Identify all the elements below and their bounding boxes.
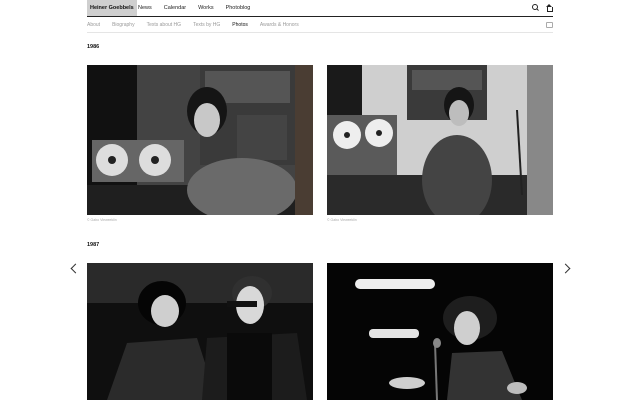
year-heading-1987: 1987 [87,242,100,248]
subnav-item-about[interactable]: About [87,18,100,33]
photo-1987-1[interactable] [87,263,313,400]
photo-1986-2-caption: © Gabo Vieweeklin [327,218,357,222]
nav-item-calendar[interactable]: Calendar [164,0,186,16]
chevron-left-icon[interactable] [70,263,78,275]
photo-1987-2[interactable] [327,263,553,400]
print-icon[interactable] [546,22,553,28]
photo-1986-2[interactable] [327,65,553,215]
search-icon[interactable] [532,4,540,12]
chevron-right-icon[interactable] [562,263,570,275]
photo-1986-1-image [87,65,313,215]
photo-1986-1-caption: © Gabo Vieweeklin [87,218,117,222]
sub-navigation: About Biography Texts about HG Texts by … [87,18,553,33]
subnav-item-biography[interactable]: Biography [112,18,135,33]
nav-item-photoblog[interactable]: Photoblog [226,0,251,16]
subnav-item-photos[interactable]: Photos [232,18,248,33]
top-icons [532,4,553,12]
nav-item-works[interactable]: Works [198,0,213,16]
home-icon[interactable] [545,4,553,12]
main-nav: News Calendar Works Photoblog [138,0,250,16]
photo-1987-1-image [87,263,313,400]
subnav-item-awards[interactable]: Awards & Honors [260,18,299,33]
photo-1986-1[interactable] [87,65,313,215]
photo-1986-2-image [327,65,553,215]
year-heading-1986: 1986 [87,44,100,50]
top-navigation-bar: Heiner Goebbels News Calendar Works Phot… [87,0,553,17]
subnav-item-texts-by[interactable]: Texts by HG [193,18,220,33]
site-brand[interactable]: Heiner Goebbels [87,0,137,16]
photo-1987-2-image [327,263,553,400]
subnav-item-texts-about[interactable]: Texts about HG [147,18,181,33]
nav-item-news[interactable]: News [138,0,152,16]
